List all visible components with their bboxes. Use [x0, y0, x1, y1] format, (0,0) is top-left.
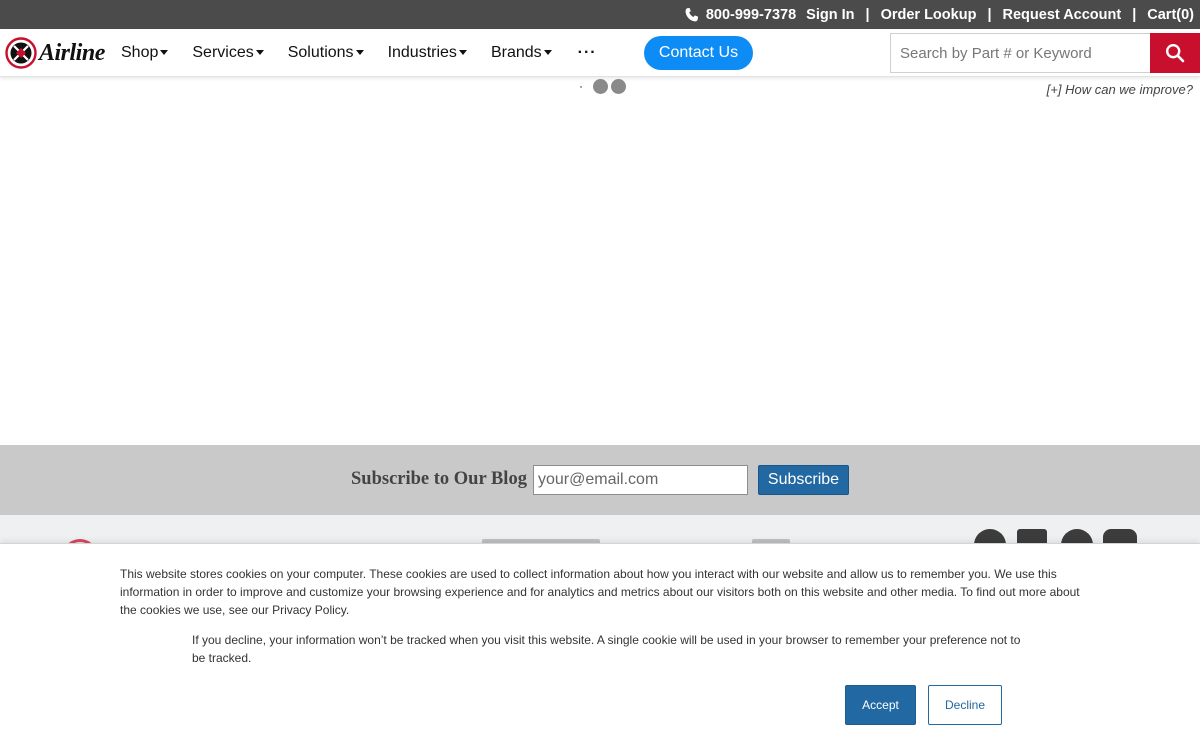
order-lookup-link[interactable]: Order Lookup: [881, 7, 977, 23]
search-bar: [890, 33, 1200, 73]
separator: |: [987, 6, 992, 23]
caret-down-icon: [255, 50, 264, 55]
logo-mark-icon: [5, 37, 37, 69]
search-input[interactable]: [890, 33, 1150, 73]
separator: |: [865, 6, 870, 23]
nav-item-label: Solutions: [287, 43, 354, 61]
top-utility-bar: 800-999-7378 Sign In | Order Lookup | Re…: [0, 0, 1200, 29]
feedback-link[interactable]: [+] How can we improve?: [1047, 82, 1193, 97]
nav-item-services[interactable]: Services: [192, 43, 264, 62]
phone-number-link[interactable]: 800-999-7378: [706, 7, 796, 23]
subscribe-button[interactable]: Subscribe: [758, 465, 849, 495]
search-icon: [1165, 43, 1185, 63]
cookie-decline-text: If you decline, your information won’t b…: [192, 633, 1021, 665]
nav-item-shop[interactable]: Shop: [121, 43, 169, 62]
nav-item-label: Industries: [387, 43, 457, 61]
search-button[interactable]: [1150, 33, 1200, 73]
nav-item-brands[interactable]: Brands: [491, 44, 552, 62]
contact-us-button[interactable]: Contact Us: [644, 36, 753, 70]
sign-in-link[interactable]: Sign In: [806, 7, 854, 23]
logo-text: Airline: [39, 39, 105, 66]
page: 800-999-7378 Sign In | Order Lookup | Re…: [0, 0, 1200, 750]
email-field[interactable]: [533, 465, 748, 495]
caret-down-icon: [543, 50, 552, 55]
nav-item-industries[interactable]: Industries: [388, 44, 467, 62]
blog-subscribe-bar: Subscribe to Our Blog Subscribe: [0, 445, 1200, 515]
nav-item-label: Brands: [490, 43, 542, 61]
cart-link[interactable]: Cart(0): [1147, 7, 1194, 23]
airline-logo[interactable]: Airline: [5, 36, 105, 70]
primary-nav: Shop Services Solutions Industries Brand…: [121, 29, 627, 76]
cookie-consent-banner: This website stores cookies on your comp…: [0, 543, 1200, 750]
caret-down-icon: [355, 50, 364, 55]
more-menu-button[interactable]: ···: [578, 44, 597, 60]
decline-cookies-button[interactable]: Decline: [928, 685, 1002, 725]
separator: |: [1132, 6, 1137, 23]
top-utility-links: 800-999-7378 Sign In | Order Lookup | Re…: [684, 0, 1194, 29]
loading-indicator: [578, 79, 630, 95]
nav-item-solutions[interactable]: Solutions: [288, 44, 364, 62]
caret-down-icon: [458, 50, 467, 55]
request-account-link[interactable]: Request Account: [1003, 7, 1122, 23]
subscribe-title: Subscribe to Our Blog: [351, 469, 527, 489]
cookie-notice-text: This website stores cookies on your comp…: [120, 567, 1080, 617]
accept-cookies-button[interactable]: Accept: [845, 685, 916, 725]
nav-item-label: Shop: [121, 43, 159, 61]
main-navbar: Airline Shop Services Solutions Industri…: [0, 29, 1200, 77]
phone-icon: [684, 7, 700, 23]
nav-item-label: Services: [192, 43, 254, 61]
caret-down-icon: [160, 50, 169, 55]
